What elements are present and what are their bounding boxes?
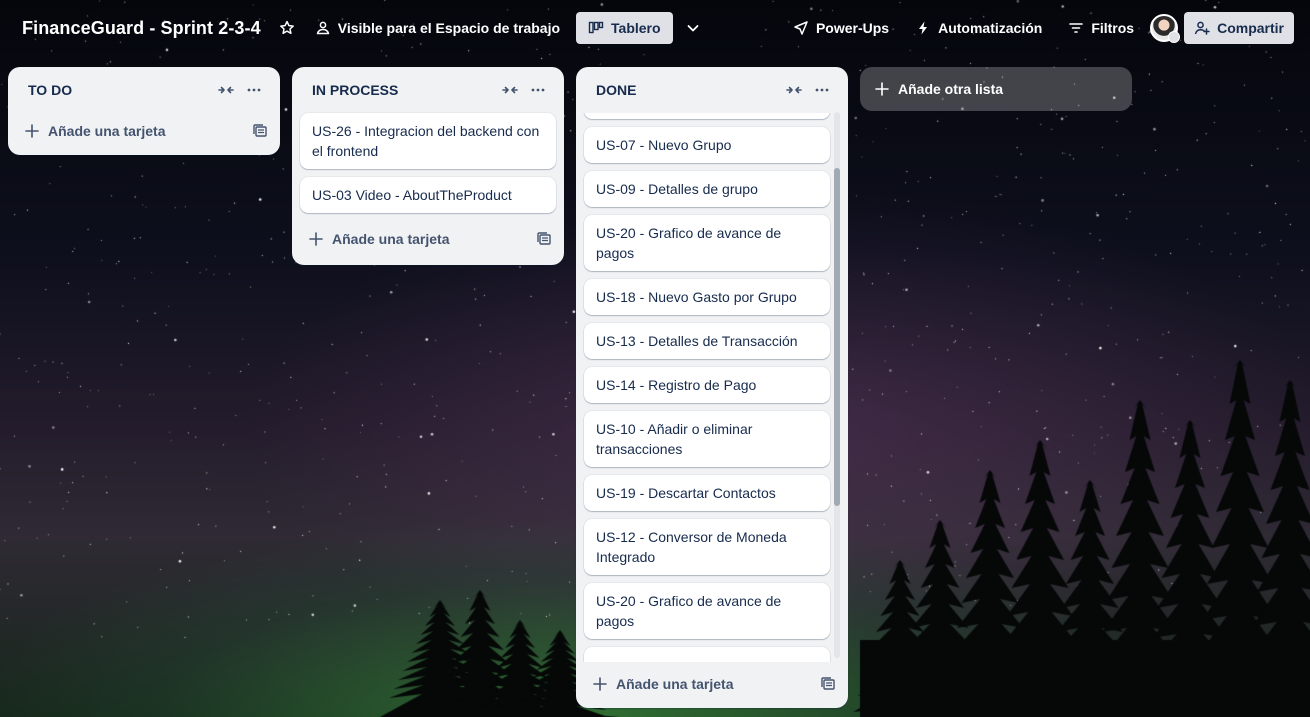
board-title[interactable]: FinanceGuard - Sprint 2-3-4 (22, 18, 261, 39)
list-title[interactable]: TO DO (28, 82, 212, 98)
star-icon (279, 20, 294, 35)
collapse-icon[interactable] (780, 76, 808, 104)
template-icon[interactable] (252, 123, 268, 139)
people-icon (316, 21, 329, 35)
card[interactable]: US-18 - Nuevo Gasto por Grupo (584, 279, 830, 315)
card[interactable]: US-19 - Descartar Contactos (584, 475, 830, 511)
visibility-button[interactable]: Visible para el Espacio de trabajo (307, 12, 568, 44)
plus-icon (25, 124, 39, 138)
card[interactable]: US-07 - Nuevo Grupo (584, 127, 830, 163)
plus-icon (593, 677, 607, 691)
filters-label: Filtros (1091, 20, 1135, 36)
template-icon[interactable] (536, 231, 552, 247)
add-list-label: Añade otra lista (898, 81, 1004, 97)
avatar[interactable] (1150, 14, 1181, 43)
card[interactable]: US-13 - Detalles de Transacción (584, 323, 830, 359)
list-header: DONE (576, 67, 848, 113)
rocket-icon (794, 21, 808, 35)
list-header: IN PROCESS (292, 67, 564, 113)
board-icon (588, 21, 604, 34)
add-card-button[interactable]: Añade una tarjeta (8, 113, 280, 149)
list-todo: TO DO Añade una tarjeta (8, 67, 280, 155)
more-icon[interactable] (524, 76, 552, 104)
share-button[interactable]: Compartir (1184, 12, 1294, 44)
board-header: FinanceGuard - Sprint 2-3-4 Visible para… (0, 0, 1310, 56)
template-icon[interactable] (820, 676, 836, 692)
view-switcher-button[interactable] (679, 12, 707, 44)
add-card-label: Añade una tarjeta (48, 123, 166, 139)
add-card-button[interactable]: Añade una tarjeta (292, 221, 564, 257)
card[interactable]: US-20 - Grafico de avance de pagos (584, 215, 830, 271)
scrollbar-thumb[interactable] (834, 168, 840, 506)
card-list-scroll-area[interactable]: US-07 - Nuevo Grupo US-09 - Detalles de … (576, 113, 848, 662)
automation-label: Automatización (938, 20, 1043, 36)
more-icon[interactable] (808, 76, 836, 104)
more-icon[interactable] (240, 76, 268, 104)
card[interactable]: US-09 - Detalles de grupo (584, 171, 830, 207)
powerups-label: Power-Ups (815, 20, 890, 36)
admin-badge-icon (1168, 31, 1181, 43)
collapse-icon[interactable] (212, 76, 240, 104)
list-header: TO DO (8, 67, 280, 113)
visibility-label: Visible para el Espacio de trabajo (337, 20, 561, 36)
plus-icon (875, 82, 889, 96)
card[interactable]: US-10 - Añadir o eliminar transacciones (584, 411, 830, 467)
card[interactable]: US-14 - Registro de Pago (584, 367, 830, 403)
board-view-label: Tablero (611, 20, 661, 36)
plus-icon (309, 232, 323, 246)
filters-button[interactable]: Filtros (1060, 12, 1142, 44)
add-card-label: Añade una tarjeta (332, 231, 450, 247)
card[interactable] (584, 113, 830, 119)
list-in-process: IN PROCESS US-26 - Integracion del backe… (292, 67, 564, 265)
lightning-icon (919, 21, 928, 35)
automation-button[interactable]: Automatización (907, 12, 1050, 44)
share-label: Compartir (1217, 20, 1284, 36)
card[interactable] (584, 647, 830, 662)
list-title[interactable]: IN PROCESS (312, 82, 496, 98)
filter-icon (1069, 23, 1084, 33)
star-button[interactable] (273, 12, 301, 44)
list-title[interactable]: DONE (596, 82, 780, 98)
card[interactable]: US-12 - Conversor de Moneda Integrado (584, 519, 830, 575)
chevron-down-icon (687, 25, 698, 32)
board-view-button[interactable]: Tablero (576, 12, 673, 44)
add-card-button[interactable]: Añade una tarjeta (576, 666, 848, 702)
collapse-icon[interactable] (496, 76, 524, 104)
powerups-button[interactable]: Power-Ups (785, 12, 897, 44)
card[interactable]: US-20 - Grafico de avance de pagos (584, 583, 830, 639)
add-card-label: Añade una tarjeta (616, 676, 734, 692)
card[interactable]: US-03 Video - AboutTheProduct (300, 177, 556, 213)
list-done: DONE US-07 - Nuevo Grupo US-09 - Detalle… (576, 67, 848, 708)
add-user-icon (1194, 21, 1210, 35)
add-list-button[interactable]: Añade otra lista (860, 67, 1132, 111)
card[interactable]: US-26 - Integracion del backend con el f… (300, 113, 556, 169)
